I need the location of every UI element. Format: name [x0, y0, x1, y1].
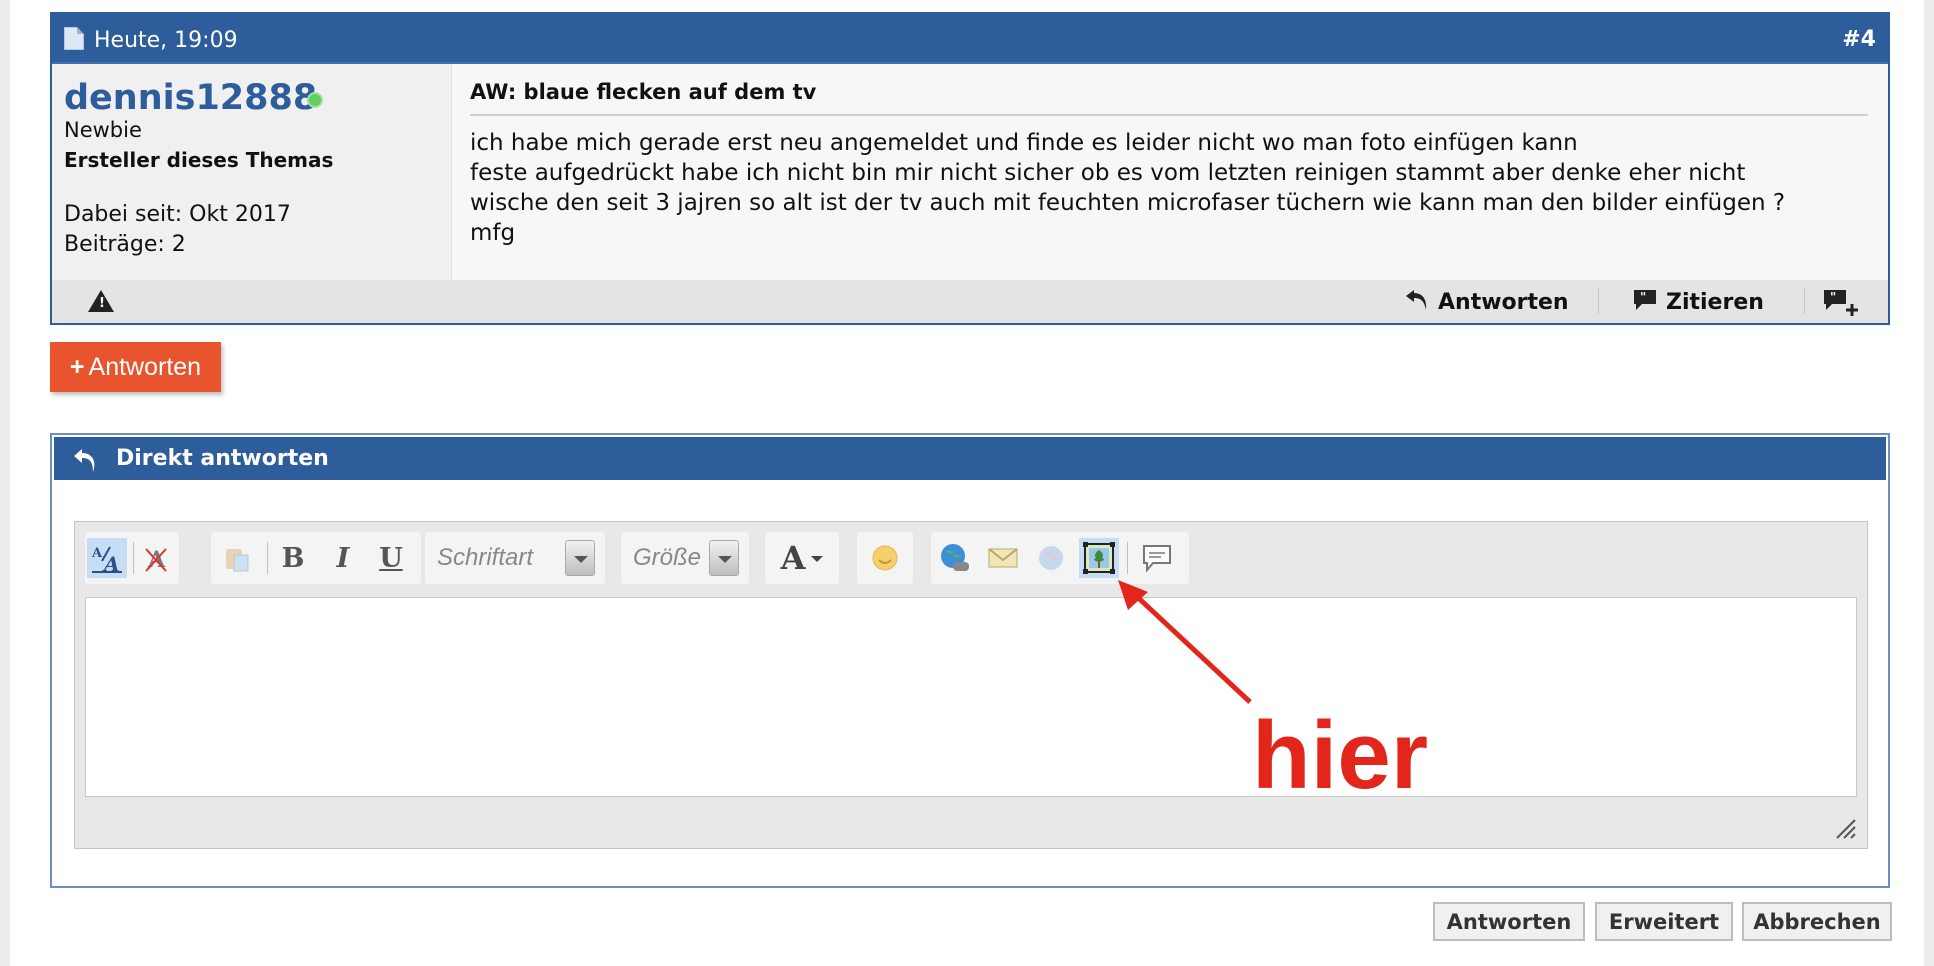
svg-text:A: A [102, 552, 120, 573]
toolbar-divider [133, 542, 134, 574]
post-title: AW: blaue flecken auf dem tv [470, 80, 817, 104]
chevron-down-icon [565, 540, 595, 576]
new-reply-button[interactable]: + Antworten [50, 342, 221, 392]
resize-handle-icon[interactable] [1833, 816, 1857, 840]
post-body-line: mfg [470, 220, 516, 246]
post-date: Heute, 19:09 [94, 28, 238, 53]
user-rank: Newbie [64, 118, 142, 142]
text-color-control[interactable]: A [765, 532, 839, 584]
insert-email-button[interactable] [983, 538, 1023, 578]
smiley-icon [872, 545, 898, 571]
smiley-button[interactable] [865, 538, 905, 578]
join-date: Dabei seit: Okt 2017 [64, 202, 291, 227]
quote-label: Zitieren [1666, 290, 1764, 315]
quick-reply-title: Direkt antworten [116, 446, 329, 471]
post-footer: ! Antworten " Zitieren " [52, 280, 1888, 323]
post-reply-label: Antworten [1438, 290, 1569, 315]
new-reply-label: Antworten [88, 352, 202, 381]
paste-icon [226, 549, 249, 572]
chevron-down-icon [709, 540, 739, 576]
document-icon [64, 27, 84, 50]
forum-post: Heute, 19:09 #4 dennis12888 Newbie Erste… [50, 12, 1890, 325]
toolbar-divider [267, 542, 268, 574]
font-size-placeholder: Größe [633, 544, 702, 571]
italic-button[interactable]: I [323, 538, 363, 578]
svg-text:": " [1830, 290, 1836, 304]
username-link[interactable]: dennis12888 [64, 78, 317, 118]
quote-bubble-icon [1143, 545, 1171, 573]
annotation-label: hier [1252, 702, 1429, 809]
insert-link-button[interactable] [935, 538, 975, 578]
wysiwyg-editor: A A A [74, 521, 1868, 849]
page: Heute, 19:09 #4 dennis12888 Newbie Erste… [10, 0, 1924, 966]
switch-mode-button[interactable]: A A [87, 538, 127, 578]
toolbar-group-mode: A A A [85, 532, 179, 584]
quick-reply-panel: Direkt antworten A A A [50, 433, 1890, 888]
svg-text:": " [1640, 290, 1646, 304]
quote-button[interactable]: " Zitieren [1632, 288, 1764, 316]
paste-button[interactable] [217, 538, 257, 578]
post-body-line: wische den seit 3 jajren so alt ist der … [470, 190, 1786, 216]
quote-bubble-icon: " [1634, 290, 1656, 310]
font-family-placeholder: Schriftart [437, 544, 534, 571]
title-divider [470, 114, 1868, 116]
online-status-icon [307, 92, 323, 108]
post-body-line: feste aufgedrückt habe ich nicht bin mir… [470, 160, 1746, 186]
multiquote-icon: " [1824, 290, 1858, 316]
remove-format-button[interactable]: A [137, 538, 177, 578]
post-body-line: ich habe mich gerade erst neu angemeldet… [470, 130, 1578, 156]
underline-button[interactable]: U [371, 538, 411, 578]
bold-button[interactable]: B [273, 538, 313, 578]
remove-format-icon: A [145, 547, 167, 573]
thread-owner-label: Ersteller dieses Themas [64, 148, 334, 172]
message-textarea[interactable] [85, 597, 1857, 797]
toolbar-divider [1127, 542, 1128, 574]
toolbar-group-format: B I U [211, 532, 421, 584]
insert-quote-button[interactable] [1137, 538, 1177, 578]
chevron-down-icon [811, 556, 823, 562]
insert-image-button[interactable] [1079, 538, 1119, 578]
multiquote-button[interactable]: " [1822, 288, 1862, 316]
post-header: Heute, 19:09 #4 [52, 14, 1888, 64]
unlink-globe-icon [1039, 546, 1063, 570]
post-body: ich habe mich gerade erst neu angemeldet… [470, 128, 1785, 248]
toolbar-group-smilies [857, 532, 913, 584]
remove-link-button[interactable] [1031, 538, 1071, 578]
post-count: Beiträge: 2 [64, 232, 186, 257]
toolbar-group-insert [931, 532, 1189, 584]
font-family-select[interactable]: Schriftart [425, 532, 605, 584]
footer-divider [1598, 288, 1599, 314]
post-number-link[interactable]: #4 [1842, 27, 1876, 52]
envelope-icon [988, 548, 1018, 568]
link-globe-icon [941, 544, 969, 571]
quick-reply-header: Direkt antworten [54, 437, 1886, 480]
switch-mode-icon: A A [91, 546, 122, 573]
cancel-button[interactable]: Abbrechen [1742, 902, 1892, 941]
advanced-editor-button[interactable]: Erweitert [1595, 902, 1733, 941]
text-color-button[interactable]: A [773, 538, 813, 578]
post-reply-button[interactable]: Antworten [1404, 288, 1569, 316]
warning-icon[interactable]: ! [88, 290, 114, 312]
post-content: AW: blaue flecken auf dem tv ich habe mi… [452, 64, 1888, 280]
font-size-select[interactable]: Größe [621, 532, 749, 584]
svg-text:A: A [91, 546, 103, 561]
user-info: dennis12888 Newbie Ersteller dieses Them… [52, 64, 452, 280]
footer-divider [1804, 288, 1805, 314]
image-icon [1083, 542, 1115, 574]
reply-arrow-icon [74, 449, 95, 472]
plus-icon: + [69, 352, 85, 381]
annotation-arrow [1118, 580, 1252, 704]
submit-reply-button[interactable]: Antworten [1433, 902, 1585, 941]
reply-arrow-icon [1406, 290, 1427, 310]
